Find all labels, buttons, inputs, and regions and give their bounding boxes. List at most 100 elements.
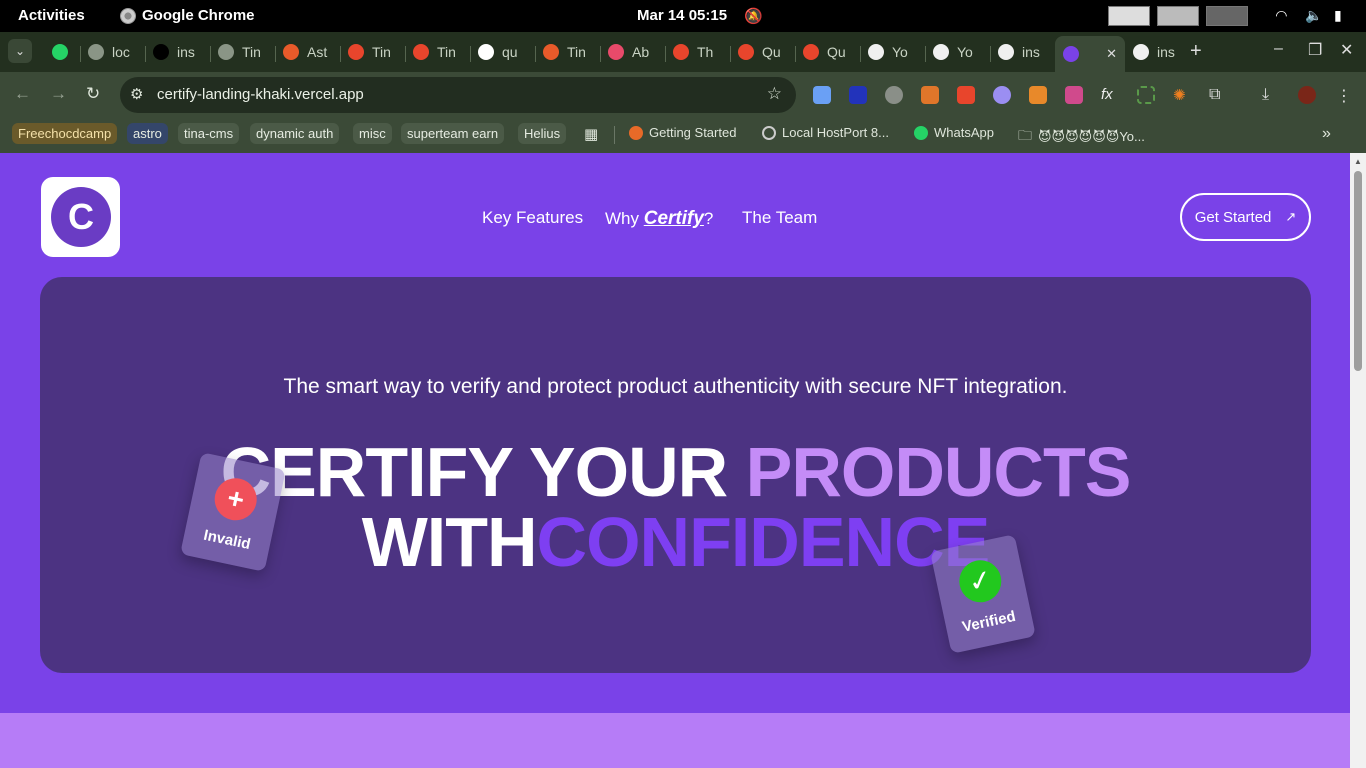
get-started-label: Get Started <box>1194 208 1272 226</box>
bookmark-folder-misc[interactable]: misc <box>353 123 392 144</box>
extension-phantom-icon[interactable] <box>993 86 1011 104</box>
tab-title: Tin <box>567 44 586 60</box>
bookmark-whatsapp[interactable]: WhatsApp <box>914 125 994 140</box>
profile-avatar[interactable] <box>1298 86 1316 104</box>
browser-tab[interactable]: ins <box>145 38 210 66</box>
extension-metamask-icon[interactable] <box>1029 86 1047 104</box>
browser-tab[interactable]: Th <box>665 38 730 66</box>
bookmark-local-hostport[interactable]: Local HostPort 8... <box>762 125 889 140</box>
extension-burst-icon[interactable]: ✺ <box>1173 86 1191 104</box>
tab-title: ins <box>1022 44 1040 60</box>
extensions-puzzle-icon[interactable]: ⧉ <box>1209 86 1227 104</box>
bookmark-getting-started[interactable]: Getting Started <box>629 125 736 140</box>
hero-tagline: The smart way to verify and protect prod… <box>283 375 1068 398</box>
verified-check-icon: ✓ <box>955 556 1006 607</box>
browser-tab[interactable]: ins <box>1125 38 1190 66</box>
more-bookmarks-chevron-icon[interactable]: » <box>1322 125 1331 143</box>
close-tab-icon[interactable]: ✕ <box>1106 46 1117 62</box>
activities-button[interactable]: Activities <box>18 7 85 24</box>
invalid-label: Invalid <box>202 526 253 554</box>
clock[interactable]: Mar 14 05:15 <box>637 7 727 24</box>
tab-search-button[interactable]: ⌄ <box>8 39 32 63</box>
url-text[interactable]: certify-landing-khaki.vercel.app <box>157 86 364 103</box>
battery-icon[interactable]: ▮ <box>1334 7 1342 24</box>
bookmark-label: Getting Started <box>649 125 737 140</box>
minimize-button[interactable]: – <box>1274 40 1283 58</box>
invalid-cross-icon: + <box>210 474 261 525</box>
bookmark-folder-dynamic-auth[interactable]: dynamic auth <box>250 123 340 144</box>
whatsapp-icon <box>52 44 68 60</box>
certify-logo[interactable]: C <box>41 177 120 257</box>
tab-title: ins <box>1157 44 1175 60</box>
browser-tab[interactable]: Qu <box>795 38 860 66</box>
back-button[interactable]: ← <box>14 84 31 104</box>
download-icon[interactable]: ⤓ <box>1262 86 1280 104</box>
arrow-up-right-icon: ↗ <box>1285 209 1297 224</box>
close-window-button[interactable]: ✕ <box>1340 40 1353 60</box>
extension-globe-icon[interactable] <box>885 86 903 104</box>
extension-grid-icon[interactable] <box>1065 86 1083 104</box>
browser-tab[interactable]: Qu <box>730 38 795 66</box>
extension-lighthouse-icon[interactable] <box>921 86 939 104</box>
get-started-button[interactable]: Get Started ↗ <box>1180 193 1311 241</box>
reload-button[interactable]: ↻ <box>86 84 100 104</box>
bookmark-folder-helius[interactable]: Helius <box>518 123 567 144</box>
browser-tab[interactable]: Ast <box>275 38 340 66</box>
bookmark-star-icon[interactable]: ☆ <box>767 84 782 104</box>
page-scrollbar[interactable]: ▲ <box>1350 153 1366 768</box>
globe-icon <box>88 44 104 60</box>
scrollbar-thumb[interactable] <box>1354 171 1362 371</box>
extension-pin-icon[interactable] <box>957 86 975 104</box>
bookmark-folder-tina-cms[interactable]: tina-cms <box>178 123 240 144</box>
browser-tab[interactable]: ins <box>990 38 1055 66</box>
browser-tab[interactable] <box>44 38 80 66</box>
extension-fx-icon[interactable]: fx <box>1101 86 1119 104</box>
browser-tab[interactable]: qu <box>470 38 535 66</box>
forward-button[interactable]: → <box>50 84 67 104</box>
browser-tab[interactable]: Tin <box>340 38 405 66</box>
volume-icon[interactable]: 🔈 <box>1305 7 1322 24</box>
scroll-up-arrow-icon[interactable]: ▲ <box>1354 157 1362 166</box>
apps-grid-icon[interactable]: ▦ <box>584 125 598 143</box>
nav-the-team[interactable]: The Team <box>742 208 817 228</box>
tab-title: Qu <box>762 44 781 60</box>
browser-tab[interactable]: Yo <box>925 38 990 66</box>
browser-tab[interactable]: Yo <box>860 38 925 66</box>
workspace-3[interactable] <box>1206 6 1248 26</box>
brand-icon <box>608 44 624 60</box>
browser-tab[interactable]: loc <box>80 38 145 66</box>
nav-key-features[interactable]: Key Features <box>482 208 583 228</box>
chrome-menu-icon[interactable]: ⋮ <box>1336 86 1354 105</box>
next-section <box>0 713 1350 768</box>
browser-tab[interactable]: Ab <box>600 38 665 66</box>
bookmark-folder-superteam-earn[interactable]: superteam earn <box>401 123 505 144</box>
bookmark-folder-astro[interactable]: astro <box>127 123 168 144</box>
browser-tab[interactable]: ✕ <box>1055 36 1125 72</box>
browser-tab[interactable]: Tin <box>405 38 470 66</box>
system-top-bar: Activities Google Chrome Mar 14 05:15 🔕 … <box>0 0 1366 32</box>
maximize-button[interactable]: ❐ <box>1308 40 1322 60</box>
app-menu[interactable]: Google Chrome <box>120 7 255 24</box>
github-icon <box>998 44 1014 60</box>
extension-docs-icon[interactable] <box>813 86 831 104</box>
bookmark-folder-youtube[interactable]: 🗀 😈😈😈😈😈😈Yo... <box>1018 125 1145 149</box>
nav-why-certify[interactable]: Why Certify? <box>605 208 713 230</box>
extension-dollar-icon[interactable] <box>849 86 867 104</box>
extension-screenshot-icon[interactable] <box>1137 86 1155 104</box>
certify-icon <box>1063 46 1079 62</box>
workspace-2[interactable] <box>1157 6 1199 26</box>
nav-why-suffix: ? <box>703 209 714 228</box>
nav-why-prefix: Why <box>605 209 644 228</box>
site-info-icon[interactable]: ⚙ <box>130 85 143 103</box>
new-tab-button[interactable]: + <box>1190 40 1202 63</box>
verified-label: Verified <box>960 607 1018 636</box>
tab-title: Qu <box>827 44 846 60</box>
tab-title: ins <box>177 44 195 60</box>
browser-tab[interactable]: Tin <box>535 38 600 66</box>
llama-icon <box>803 44 819 60</box>
browser-tab[interactable]: Tin <box>210 38 275 66</box>
address-bar[interactable]: ⚙ certify-landing-khaki.vercel.app ☆ <box>120 77 796 113</box>
wifi-icon[interactable]: ◠ <box>1276 7 1287 24</box>
workspace-1[interactable] <box>1108 6 1150 26</box>
bookmark-folder-freecodecamp[interactable]: Freechocdcamp <box>12 123 118 144</box>
